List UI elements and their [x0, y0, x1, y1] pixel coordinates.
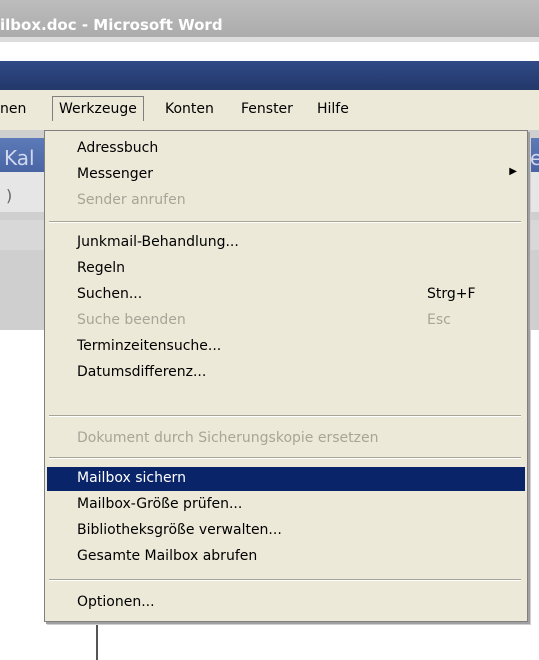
- menu-konten[interactable]: Konten: [165, 101, 214, 117]
- title-bar: ilbox.doc - Microsoft Word: [0, 0, 539, 42]
- menu-item-label: Junkmail-Behandlung...: [77, 234, 239, 250]
- menu-item-shortcut: Strg+F: [427, 286, 476, 302]
- menu-item-sender-anrufen: Sender anrufen: [47, 189, 525, 213]
- menu-item-terminzeitensuche[interactable]: Terminzeitensuche...: [47, 335, 525, 359]
- menu-bar: nen Werkzeuge Konten Fenster Hilfe: [0, 90, 539, 130]
- menu-item-messenger[interactable]: Messenger ▶: [47, 163, 525, 187]
- menu-item-datumsdifferenz[interactable]: Datumsdifferenz...: [47, 361, 525, 385]
- menu-item-mailbox-groesse[interactable]: Mailbox-Größe prüfen...: [47, 493, 525, 517]
- menu-fenster[interactable]: Fenster: [241, 101, 293, 117]
- menu-item-label: Datumsdifferenz...: [77, 364, 207, 380]
- menu-werkzeuge[interactable]: Werkzeuge: [52, 96, 144, 121]
- menu-item-label: Adressbuch: [77, 140, 159, 156]
- background-text-left: Kal: [4, 146, 35, 170]
- menu-item-shortcut: Esc: [427, 312, 451, 328]
- menu-item-optionen[interactable]: Optionen...: [47, 591, 525, 615]
- menu-item-label: Terminzeitensuche...: [77, 338, 222, 354]
- window-title: ilbox.doc - Microsoft Word: [0, 16, 223, 34]
- menu-item-label: Dokument durch Sicherungskopie ersetzen: [77, 430, 379, 446]
- menu-item-label: Suche beenden: [77, 312, 186, 328]
- werkzeuge-dropdown: Adressbuch Messenger ▶ Sender anrufen Ju…: [44, 130, 528, 622]
- menu-item-gesamte-mailbox[interactable]: Gesamte Mailbox abrufen: [47, 545, 525, 569]
- menu-item-regeln[interactable]: Regeln: [47, 257, 525, 281]
- menu-separator: [49, 415, 521, 417]
- background-text-right: e: [530, 146, 539, 170]
- menu-item-suchen[interactable]: Suchen... Strg+F: [47, 283, 525, 307]
- menu-hilfe[interactable]: Hilfe: [317, 101, 349, 117]
- ribbon-band: [0, 61, 539, 90]
- menu-nen[interactable]: nen: [0, 101, 26, 117]
- menu-item-label: Bibliotheksgröße verwalten...: [77, 522, 282, 538]
- menu-separator: [49, 579, 521, 581]
- menu-item-dokument-ersetzen: Dokument durch Sicherungskopie ersetzen: [47, 427, 525, 451]
- menu-item-label: Gesamte Mailbox abrufen: [77, 548, 258, 564]
- menu-item-label: Sender anrufen: [77, 192, 186, 208]
- menu-item-label: Mailbox-Größe prüfen...: [77, 496, 243, 512]
- document-edge-line: [96, 625, 98, 660]
- submenu-arrow-icon: ▶: [509, 166, 517, 177]
- menu-item-label: Messenger: [77, 166, 154, 182]
- menu-item-label: Suchen...: [77, 286, 143, 302]
- title-bar-divider: [0, 37, 539, 42]
- menu-item-bibliotheksgroesse[interactable]: Bibliotheksgröße verwalten...: [47, 519, 525, 543]
- menu-separator: [49, 457, 521, 459]
- menu-separator: [49, 221, 521, 223]
- menu-item-mailbox-sichern[interactable]: Mailbox sichern: [47, 467, 525, 491]
- menu-item-label: Regeln: [77, 260, 125, 276]
- menu-item-adressbuch[interactable]: Adressbuch: [47, 137, 525, 161]
- background-toolbar-fragment: ): [6, 186, 13, 205]
- menu-item-suche-beenden: Suche beenden Esc: [47, 309, 525, 333]
- menu-item-label: Mailbox sichern: [77, 470, 186, 486]
- menu-item-label: Optionen...: [77, 594, 155, 610]
- menu-item-junkmail[interactable]: Junkmail-Behandlung...: [47, 231, 525, 255]
